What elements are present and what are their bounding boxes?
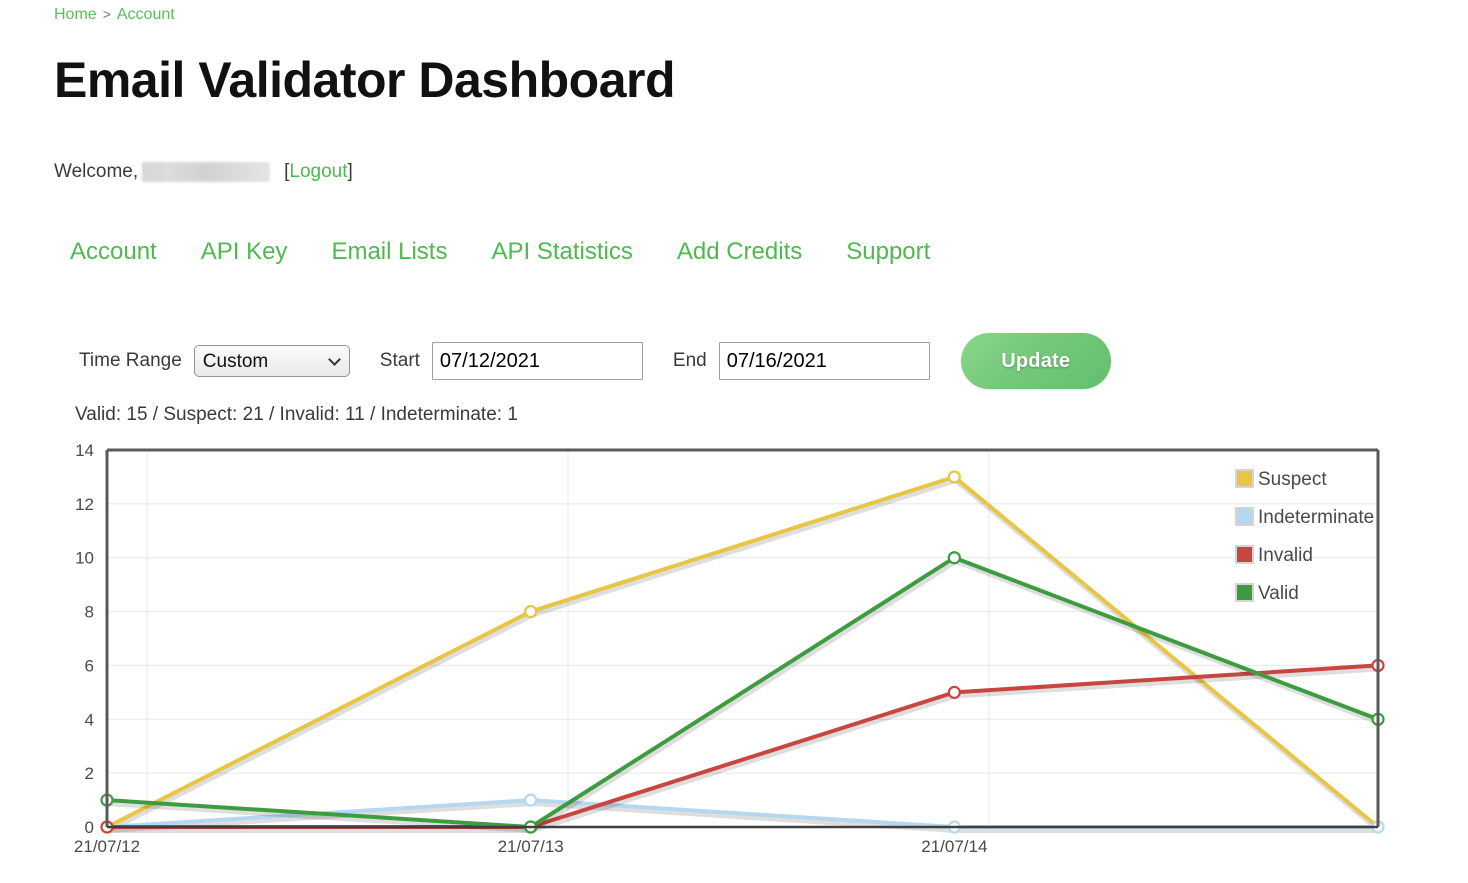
data-point-invalid xyxy=(949,687,960,698)
y-axis-tick-label: 2 xyxy=(85,764,94,783)
legend-swatch-icon xyxy=(1236,470,1253,487)
logout-bracket-close: ] xyxy=(348,161,353,182)
y-axis-tick-label: 14 xyxy=(75,441,94,460)
username-redacted xyxy=(142,162,270,182)
end-date-input[interactable] xyxy=(719,342,930,380)
legend-item-valid[interactable]: Valid xyxy=(1236,583,1299,604)
start-date-label: Start xyxy=(380,350,420,372)
y-axis-tick-label: 6 xyxy=(85,656,94,675)
legend-item-suspect[interactable]: Suspect xyxy=(1236,469,1327,490)
legend-label: Indeterminate xyxy=(1258,507,1374,528)
nav-item-api-key[interactable]: API Key xyxy=(201,240,332,264)
plot-background xyxy=(107,450,1378,827)
welcome-prefix: Welcome, xyxy=(54,161,138,183)
legend-swatch-icon xyxy=(1236,584,1253,601)
update-button[interactable]: Update xyxy=(961,333,1111,389)
filter-controls: Time Range Custom Start End Update xyxy=(79,334,1111,388)
x-axis-tick-label: 21/07/12 xyxy=(74,837,140,856)
time-range-select-wrapper: Custom xyxy=(194,345,350,377)
breadcrumb: Home > Account xyxy=(54,6,175,24)
legend-label: Valid xyxy=(1258,583,1299,604)
main-nav: Account API Key Email Lists API Statisti… xyxy=(70,240,930,264)
data-point-valid xyxy=(949,552,960,563)
end-date-label: End xyxy=(673,350,707,372)
y-axis-tick-label: 8 xyxy=(85,603,94,622)
logout-link[interactable]: Logout xyxy=(289,161,347,182)
legend-item-invalid[interactable]: Invalid xyxy=(1236,545,1313,566)
start-date-input[interactable] xyxy=(432,342,643,380)
page-title: Email Validator Dashboard xyxy=(54,52,675,110)
y-axis-tick-label: 10 xyxy=(75,549,94,568)
time-range-select[interactable]: Custom xyxy=(194,345,350,377)
legend-swatch-icon xyxy=(1236,508,1253,525)
x-axis-tick-label: 21/07/13 xyxy=(498,837,564,856)
statistics-line-chart: 0 2 4 6 8 10 12 14 21/07/12 21/07/13 21/07/14 Suspe… xyxy=(0,440,1468,883)
breadcrumb-home-link[interactable]: Home xyxy=(54,6,97,23)
legend-swatch-icon xyxy=(1236,546,1253,563)
logout-wrapper: [Logout] xyxy=(284,161,353,183)
y-axis-tick-label: 0 xyxy=(85,818,94,837)
data-point-suspect xyxy=(949,471,960,482)
legend-label: Suspect xyxy=(1258,469,1327,490)
x-axis-tick-label: 21/07/14 xyxy=(921,837,987,856)
welcome-bar: Welcome, [Logout] xyxy=(54,161,353,183)
legend-label: Invalid xyxy=(1258,545,1313,566)
data-point-indeterminate xyxy=(525,795,536,806)
y-axis-tick-label: 4 xyxy=(85,710,94,729)
nav-item-email-lists[interactable]: Email Lists xyxy=(331,240,491,264)
breadcrumb-account-link[interactable]: Account xyxy=(117,6,175,23)
chart-svg: 0 2 4 6 8 10 12 14 21/07/12 21/07/13 21/07/14 Suspe… xyxy=(0,440,1468,883)
nav-item-account[interactable]: Account xyxy=(70,240,201,264)
stats-summary: Valid: 15 / Suspect: 21 / Invalid: 11 / … xyxy=(75,404,518,426)
data-point-suspect xyxy=(525,606,536,617)
nav-item-support[interactable]: Support xyxy=(846,240,930,264)
time-range-label: Time Range xyxy=(79,350,182,372)
dashboard-page: Home > Account Email Validator Dashboard W… xyxy=(0,0,1468,883)
breadcrumb-separator: > xyxy=(103,6,111,22)
y-axis-tick-label: 12 xyxy=(75,495,94,514)
nav-item-api-statistics[interactable]: API Statistics xyxy=(491,240,676,264)
nav-item-add-credits[interactable]: Add Credits xyxy=(677,240,846,264)
